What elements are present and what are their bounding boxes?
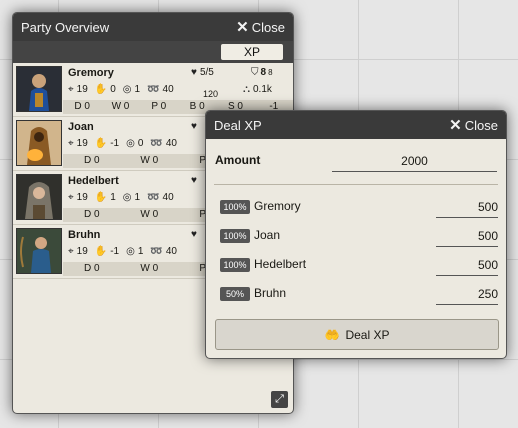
heart-icon: ♥: [191, 229, 197, 240]
share-percent-badge[interactable]: 100%: [220, 229, 250, 243]
share-member-name: Bruhn: [254, 286, 287, 300]
member-movement-sub: 120: [203, 89, 219, 99]
member-name: Gremory: [68, 67, 114, 79]
close-label: Close: [251, 19, 285, 35]
deal-xp-header[interactable]: Deal XP ✕ Close: [206, 111, 506, 139]
amount-label: Amount: [215, 153, 261, 167]
heart-icon: ♥: [191, 67, 197, 78]
money-bag-icon: ⛬: [243, 84, 250, 95]
close-icon: ✕: [449, 116, 462, 134]
target-icon: ◎: [122, 84, 132, 95]
amount-row: Amount 2000: [214, 149, 498, 175]
heart-icon: ♥: [191, 175, 197, 186]
hand-icon: ✋: [94, 138, 108, 149]
member-hp: ♥: [191, 229, 200, 240]
share-xp-input[interactable]: 250: [436, 284, 498, 305]
deal-xp-button[interactable]: 🤲 Deal XP: [215, 319, 499, 350]
close-icon: ✕: [236, 18, 249, 36]
member-name: Joan: [68, 121, 94, 133]
party-overview-header[interactable]: Party Overview ✕ Close: [13, 13, 293, 41]
deal-xp-button-label: Deal XP: [345, 327, 390, 342]
member-stats: ⌖ 19 ✋ 0 ◎ 1 ➿ 40: [68, 84, 174, 95]
avatar[interactable]: [16, 66, 62, 112]
crosshair-icon: ⌖: [68, 138, 74, 149]
share-member-name: Gremory: [254, 199, 301, 213]
party-member-row[interactable]: Gremory ♥ 5/5 ⛉ 8 8 ⌖ 19 ✋ 0 ◎ 1 ➿ 40 120 ⛬ 0.1k…: [13, 63, 293, 117]
member-name: Bruhn: [68, 229, 101, 241]
heart-icon: ♥: [191, 121, 197, 132]
hand-coin-icon: 🤲: [324, 327, 340, 342]
party-overview-tabbar: XP: [13, 41, 293, 63]
boot-icon: ➿: [147, 192, 160, 203]
share-percent-badge[interactable]: 100%: [220, 258, 250, 272]
share-percent-badge[interactable]: 50%: [220, 287, 250, 301]
member-hp: ♥ 5/5: [191, 67, 214, 78]
target-icon: ◎: [126, 246, 135, 257]
hand-icon: ✋: [94, 246, 108, 257]
member-hp: ♥: [191, 121, 200, 132]
crosshair-icon: ⌖: [68, 246, 74, 257]
tab-xp[interactable]: XP: [221, 44, 283, 60]
crosshair-icon: ⌖: [68, 192, 74, 203]
avatar[interactable]: [16, 228, 62, 274]
boot-icon: ➿: [150, 138, 163, 149]
divider: [214, 184, 498, 185]
target-icon: ◎: [122, 192, 132, 203]
close-label: Close: [464, 117, 498, 133]
party-overview-close-button[interactable]: ✕ Close: [236, 20, 285, 35]
member-stats: ⌖ 19 ✋ -1 ◎ 1 ➿ 40: [68, 246, 177, 257]
xp-share-row: 100% Hedelbert 500: [214, 253, 498, 279]
avatar[interactable]: [16, 120, 62, 166]
resize-icon[interactable]: ⤢: [271, 391, 288, 408]
member-hp: ♥: [191, 175, 200, 186]
share-xp-input[interactable]: 500: [436, 255, 498, 276]
xp-share-row: 50% Bruhn 250: [214, 282, 498, 308]
party-overview-title: Party Overview: [21, 19, 110, 35]
member-stats: ⌖ 19 ✋ 1 ◎ 1 ➿ 40: [68, 192, 174, 203]
member-money: ⛬ 0.1k: [243, 84, 272, 95]
boot-icon: ➿: [150, 246, 163, 257]
target-icon: ◎: [126, 138, 135, 149]
deal-xp-title: Deal XP: [214, 117, 262, 133]
share-member-name: Joan: [254, 228, 281, 242]
share-member-name: Hedelbert: [254, 257, 307, 271]
crosshair-icon: ⌖: [68, 84, 74, 95]
boot-icon: ➿: [147, 84, 160, 95]
hand-icon: ✋: [94, 84, 108, 95]
hand-icon: ✋: [94, 192, 108, 203]
share-percent-badge[interactable]: 100%: [220, 200, 250, 214]
amount-input[interactable]: 2000: [332, 151, 497, 172]
share-xp-input[interactable]: 500: [436, 197, 498, 218]
xp-share-row: 100% Gremory 500: [214, 195, 498, 221]
member-name: Hedelbert: [68, 175, 119, 187]
share-xp-input[interactable]: 500: [436, 226, 498, 247]
member-stats: ⌖ 19 ✋ -1 ◎ 0 ➿ 40: [68, 138, 177, 149]
deal-xp-close-button[interactable]: ✕ Close: [449, 118, 498, 133]
member-defense: ⛉ 8 8: [251, 67, 273, 78]
xp-share-row: 100% Joan 500: [214, 224, 498, 250]
avatar[interactable]: [16, 174, 62, 220]
shield-icon: ⛉: [251, 67, 259, 78]
deal-xp-window: Deal XP ✕ Close Amount 2000 100% Gremory…: [205, 110, 507, 359]
